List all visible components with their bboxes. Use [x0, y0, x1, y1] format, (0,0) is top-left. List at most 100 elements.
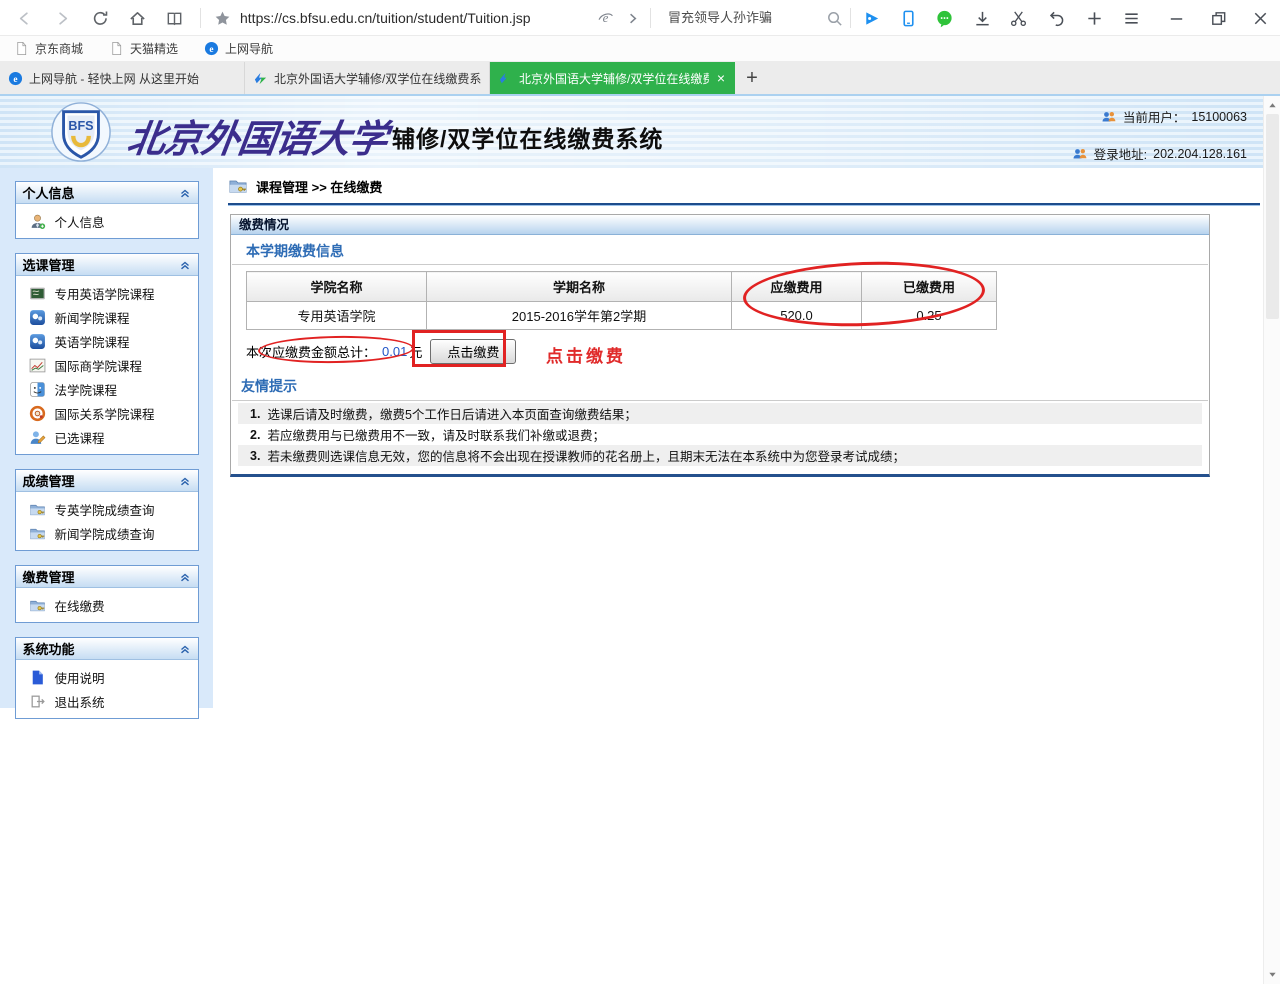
favorite-star-icon[interactable] — [212, 8, 232, 28]
fee-table-body: 专用英语学院2015-2016学年第2学期520.00.25 — [247, 302, 997, 330]
new-tab-button[interactable]: + — [735, 62, 769, 94]
sidebar-item[interactable]: 已选课程 — [16, 425, 198, 449]
sidebar-item[interactable]: 退出系统 — [16, 689, 198, 713]
search-icon[interactable] — [824, 8, 844, 28]
reading-mode-icon[interactable] — [164, 8, 184, 28]
tip-row: 1.选课后请及时缴费，缴费5个工作日后请进入本页面查询缴费结果； — [238, 403, 1202, 424]
sidebar-section-header[interactable]: 缴费管理 — [16, 566, 198, 588]
sidebar-section-header[interactable]: 个人信息 — [16, 182, 198, 204]
back-icon[interactable] — [14, 8, 34, 28]
page: BFS 北京外国语大学 辅修/双学位在线缴费系统 当前用户： 15100063 … — [0, 96, 1263, 984]
sidebar-item[interactable]: 使用说明 — [16, 665, 198, 689]
users-icon — [1072, 146, 1088, 162]
folder-icon — [228, 176, 248, 196]
fee-table-header-cell: 学期名称 — [427, 272, 732, 302]
tip-row: 2.若应缴费用与已缴费用不一致，请及时联系我们补缴或退费； — [238, 424, 1202, 445]
mobile-phone-icon[interactable] — [898, 8, 918, 28]
chevron-double-up-icon — [179, 259, 191, 271]
site-icon — [253, 71, 268, 86]
sidebar-item[interactable]: 国际商学院课程 — [16, 353, 198, 377]
chalkboard-icon — [29, 285, 46, 302]
fee-table-header-cell: 已缴费用 — [862, 272, 997, 302]
pay-button[interactable]: 点击缴费 — [430, 339, 516, 364]
bookmark-item[interactable]: 京东商城 — [14, 40, 83, 57]
browser-tab[interactable]: 北京外国语大学辅修/双学位在线缴费系 — [245, 62, 490, 94]
search-box[interactable]: 冒充领导人孙诈骗 — [668, 0, 772, 36]
sidebar-section-title: 个人信息 — [23, 183, 75, 202]
sidebar-section-items: 专用英语学院课程新闻学院课程英语学院课程国际商学院课程法学院课程国际关系学院课程… — [16, 276, 198, 454]
sidebar-section-title: 缴费管理 — [23, 567, 75, 586]
doc-icon — [29, 669, 46, 686]
sidebar-item-label: 新闻学院成绩查询 — [55, 524, 155, 543]
fee-table-cell: 520.0 — [732, 302, 862, 330]
new-tab-plus-icon[interactable] — [1084, 8, 1104, 28]
sidebar-item[interactable]: 新闻学院课程 — [16, 305, 198, 329]
total-row: 本次应缴费金额总计：0.01元 点击缴费 点击缴费 — [246, 338, 1209, 364]
window-close-icon[interactable] — [1250, 8, 1270, 28]
sidebar-item-label: 英语学院课程 — [55, 332, 130, 351]
sidebar-section-title: 选课管理 — [23, 255, 75, 274]
sidebar-item[interactable]: 在线缴费 — [16, 593, 198, 617]
folder-key-icon — [29, 525, 46, 542]
current-user-info: 当前用户： 15100063 — [1101, 107, 1247, 126]
page-scrollbar[interactable] — [1263, 96, 1280, 984]
chevron-double-up-icon — [179, 475, 191, 487]
sidebar-item-label: 国际商学院课程 — [55, 356, 143, 375]
sidebar-section-header[interactable]: 成绩管理 — [16, 470, 198, 492]
browser-tab[interactable]: e上网导航 - 轻快上网 从这里开始 — [0, 62, 245, 94]
sidebar-section-header[interactable]: 系统功能 — [16, 638, 198, 660]
scrollbar-thumb[interactable] — [1266, 114, 1279, 319]
browser-tab[interactable]: 北京外国语大学辅修/双学位在线缴费× — [490, 62, 735, 94]
folder-key-icon — [29, 597, 46, 614]
home-icon[interactable] — [127, 8, 147, 28]
forward-icon[interactable] — [52, 8, 72, 28]
undo-history-icon[interactable] — [1046, 8, 1066, 28]
sidebar-item[interactable]: 英语学院课程 — [16, 329, 198, 353]
address-bar[interactable]: https://cs.bfsu.edu.cn/tuition/student/T… — [240, 0, 531, 36]
payment-panel: 缴费情况 本学期缴费信息 学院名称学期名称应缴费用已缴费用 专用英语学院2015… — [230, 214, 1210, 477]
university-name: 北京外国语大学 — [124, 108, 391, 163]
sidebar-section-header[interactable]: 选课管理 — [16, 254, 198, 276]
tab-close-icon[interactable]: × — [715, 71, 727, 85]
bookmark-item[interactable]: 天猫精选 — [109, 40, 178, 57]
tab-strip: e上网导航 - 轻快上网 从这里开始北京外国语大学辅修/双学位在线缴费系北京外国… — [0, 62, 735, 94]
window-minimize-icon[interactable] — [1166, 8, 1186, 28]
e-icon: e — [8, 71, 23, 86]
semester-section-title: 本学期缴费信息 — [231, 235, 1209, 264]
bookmark-item[interactable]: e上网导航 — [204, 40, 273, 57]
tip-row: 3.若未缴费则选课信息无效，您的信息将不会出现在授课教师的花名册上，且期末无法在… — [238, 445, 1202, 466]
sidebar-item[interactable]: 新闻学院成绩查询 — [16, 521, 198, 545]
sidebar-item-label: 国际关系学院课程 — [55, 404, 155, 423]
sidebar-item[interactable]: 专用英语学院课程 — [16, 281, 198, 305]
refresh-icon[interactable] — [90, 8, 110, 28]
bookmark-label: 上网导航 — [225, 40, 273, 57]
red-annotation-text: 点击缴费 — [546, 342, 626, 367]
video-play-icon[interactable] — [861, 8, 881, 28]
sidebar-item[interactable]: 法学院课程 — [16, 377, 198, 401]
sidebar-item-label: 新闻学院课程 — [55, 308, 130, 327]
sidebar-item[interactable]: 专英学院成绩查询 — [16, 497, 198, 521]
total-label: 本次应缴费金额总计： — [246, 342, 376, 361]
menu-hamburger-icon[interactable] — [1121, 8, 1141, 28]
scroll-up-icon[interactable] — [1264, 97, 1280, 114]
sidebar-item[interactable]: 个人信息 — [16, 209, 198, 233]
tips-title: 友情提示 — [231, 364, 1209, 400]
window-restore-icon[interactable] — [1208, 8, 1228, 28]
chevron-double-up-icon — [179, 643, 191, 655]
sidebar-section: 成绩管理专英学院成绩查询新闻学院成绩查询 — [15, 469, 199, 551]
scissors-clip-icon[interactable] — [1008, 8, 1028, 28]
login-address-label: 登录地址: — [1094, 144, 1147, 163]
download-icon[interactable] — [972, 8, 992, 28]
chat-app-icon — [29, 333, 46, 350]
svg-text:e: e — [602, 9, 608, 24]
wechat-chat-icon[interactable] — [934, 8, 954, 28]
sidebar-item-label: 个人信息 — [55, 212, 105, 231]
login-address-info: 登录地址: 202.204.128.161 — [1072, 144, 1247, 163]
sidebar-section-items: 专英学院成绩查询新闻学院成绩查询 — [16, 492, 198, 550]
chevron-right-icon[interactable] — [622, 8, 642, 28]
sidebar-item[interactable]: 国际关系学院课程 — [16, 401, 198, 425]
scroll-down-icon[interactable] — [1264, 966, 1280, 983]
sidebar-section-items: 个人信息 — [16, 204, 198, 238]
sidebar-section-items: 使用说明退出系统 — [16, 660, 198, 718]
ie-compat-icon[interactable]: e — [595, 7, 615, 27]
